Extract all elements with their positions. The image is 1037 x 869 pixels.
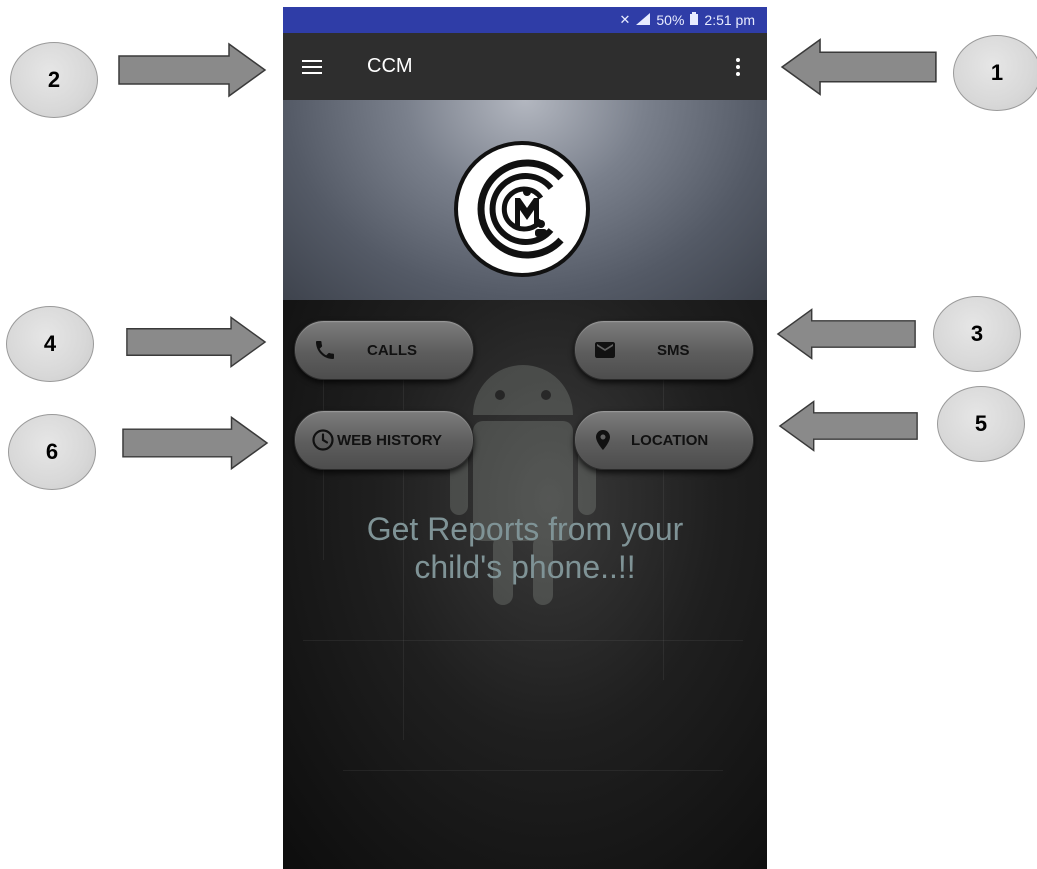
callout-badge-6: 6 <box>8 414 96 490</box>
web-history-label: WEB HISTORY <box>337 431 443 449</box>
location-button[interactable]: LOCATION <box>574 410 754 470</box>
tagline-line-1: Get Reports from your <box>366 511 684 547</box>
mute-icon: ✕ <box>619 12 631 27</box>
web-history-button[interactable]: WEB HISTORY <box>294 410 474 470</box>
overflow-dot <box>736 57 740 62</box>
main-content: CALLS SMS WEB HISTORY LOCATION Get Repor… <box>283 300 767 869</box>
ccm-logo <box>453 140 591 278</box>
callout-badge-3: 3 <box>933 296 1021 372</box>
callout-badge-2: 2 <box>10 42 98 118</box>
email-icon <box>593 338 617 362</box>
arrow-right-icon <box>125 311 267 373</box>
tagline-line-2: child's phone..!! <box>414 549 636 585</box>
clock-icon <box>311 428 335 452</box>
calls-label: CALLS <box>367 341 417 359</box>
tagline: Get Reports from your child's phone..!! <box>283 510 767 586</box>
status-time: 2:51 pm <box>704 12 755 28</box>
annotated-screenshot: 2 1 4 3 6 5 ✕ 50% 2:51 pm CCM CALLS SMS … <box>0 0 1037 869</box>
callout-badge-5: 5 <box>937 386 1025 462</box>
overflow-dot <box>736 71 740 76</box>
overflow-menu-button[interactable] <box>709 33 767 100</box>
calls-button[interactable]: CALLS <box>294 320 474 380</box>
arrow-right-icon <box>117 42 267 98</box>
overflow-dot <box>736 64 740 69</box>
phone-screen: ✕ 50% 2:51 pm CCM CALLS SMS WEB HISTORY … <box>283 7 767 869</box>
callout-badge-1: 1 <box>953 35 1037 111</box>
arrow-left-icon <box>780 36 938 98</box>
status-bar: ✕ 50% 2:51 pm <box>283 7 767 33</box>
signal-icon <box>636 12 651 28</box>
phone-icon <box>313 338 337 362</box>
sms-label: SMS <box>657 341 690 359</box>
menu-button[interactable] <box>283 33 341 100</box>
location-pin-icon <box>591 428 615 452</box>
arrow-right-icon <box>121 413 269 473</box>
hamburger-icon <box>302 59 322 74</box>
arrow-left-icon <box>778 396 919 456</box>
header-banner <box>283 100 767 300</box>
battery-icon <box>690 12 699 28</box>
arrow-left-icon <box>776 304 917 364</box>
app-bar: CCM <box>283 33 767 100</box>
location-label: LOCATION <box>631 431 709 449</box>
app-title: CCM <box>367 55 413 77</box>
battery-percent: 50% <box>656 12 685 28</box>
sms-button[interactable]: SMS <box>574 320 754 380</box>
callout-badge-4: 4 <box>6 306 94 382</box>
